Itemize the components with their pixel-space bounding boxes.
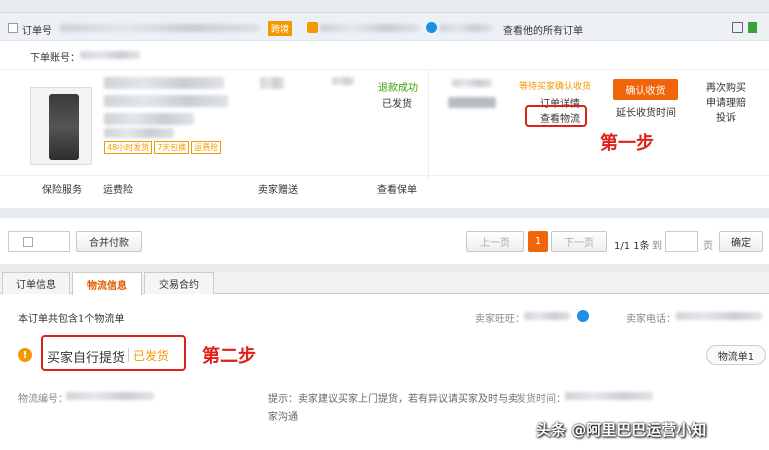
freight-insurance-label: 运费险 bbox=[103, 185, 133, 196]
prev-page-button[interactable]: 上一页 bbox=[466, 231, 524, 252]
refund-status[interactable]: 退款成功 bbox=[378, 79, 418, 94]
note-icon[interactable] bbox=[732, 22, 743, 33]
step2-annotation: 第二步 bbox=[202, 346, 256, 367]
select-all-checkbox[interactable] bbox=[23, 237, 33, 247]
step1-highlight bbox=[525, 105, 587, 127]
order-no-label: 订单号 bbox=[22, 26, 52, 37]
select-all-box[interactable] bbox=[8, 231, 70, 252]
divider bbox=[0, 69, 769, 70]
tag-7day: 7天包换 bbox=[154, 141, 190, 154]
paid-price bbox=[448, 97, 496, 108]
product-title-line1[interactable] bbox=[104, 77, 224, 89]
pager-bar: 合并付款 上一页 1 下一页 1/1 1条 到 页 确定 bbox=[0, 218, 769, 264]
product-spec bbox=[260, 77, 284, 89]
shop-name bbox=[320, 24, 420, 32]
confirm-receipt-button[interactable]: 确认收货 bbox=[613, 79, 678, 100]
seller-ww-label: 卖家旺旺： bbox=[475, 314, 525, 325]
goto-confirm-button[interactable]: 确定 bbox=[719, 231, 763, 252]
claim-link[interactable]: 申请理赔 bbox=[706, 94, 746, 109]
tab-logistics-info[interactable]: 物流信息 bbox=[72, 272, 142, 295]
page-summary: 1/1 1条 bbox=[614, 241, 650, 252]
logistics-no-value bbox=[66, 392, 154, 400]
product-garment bbox=[49, 94, 79, 160]
product-image[interactable] bbox=[30, 87, 92, 165]
step1-annotation: 第一步 bbox=[600, 133, 654, 154]
original-price bbox=[452, 79, 492, 87]
order-select-checkbox[interactable] bbox=[8, 23, 18, 33]
tag-48h: 48小时发货 bbox=[104, 141, 153, 154]
tag-freight: 运费险 bbox=[191, 141, 222, 154]
ship-time-value bbox=[565, 392, 653, 400]
view-all-orders-link[interactable]: 查看他的所有订单 bbox=[503, 22, 583, 37]
ship-status: 已发货 bbox=[382, 99, 412, 110]
seller-gift-label: 卖家赠送 bbox=[258, 185, 298, 196]
ship-time-label: 发货时间： bbox=[516, 394, 566, 405]
aliwangwang-icon[interactable] bbox=[577, 310, 589, 322]
complain-link[interactable]: 投诉 bbox=[716, 109, 736, 124]
next-page-button[interactable]: 下一页 bbox=[551, 231, 607, 252]
warning-icon: ! bbox=[18, 348, 32, 362]
product-title-line4 bbox=[104, 128, 174, 138]
account-label: 下单账号： bbox=[30, 53, 80, 64]
pickup-tip-line2: 家沟通 bbox=[268, 412, 298, 423]
product-qty bbox=[332, 77, 354, 85]
product-title-line2 bbox=[104, 95, 228, 107]
logistics-bill-button[interactable]: 物流单1 bbox=[706, 345, 766, 365]
current-page[interactable]: 1 bbox=[528, 231, 548, 252]
column-divider bbox=[428, 70, 429, 180]
logistics-no-label: 物流编号： bbox=[18, 394, 68, 405]
order-card: 订单号 跨境 查看他的所有订单 下单账号： 48小时发货 7天包换 运费险 退款成功… bbox=[0, 12, 769, 208]
rebuy-link[interactable]: 再次购买 bbox=[706, 79, 746, 94]
waiting-confirm-text: 等待买家确认收货 bbox=[519, 82, 592, 92]
watermark-text: 头条 @阿里巴巴运营小知 bbox=[536, 421, 707, 439]
page-number-input[interactable] bbox=[665, 231, 698, 252]
merge-pay-button[interactable]: 合并付款 bbox=[76, 231, 142, 252]
tab-contract[interactable]: 交易合约 bbox=[144, 272, 214, 294]
pickup-tip-line1: 提示：卖家建议买家上门提货，若有异议请买家及时与卖 bbox=[268, 394, 518, 405]
product-tags: 48小时发货 7天包换 运费险 bbox=[104, 141, 223, 154]
page-unit-label: 页 bbox=[703, 241, 713, 252]
seller-phone-label: 卖家电话： bbox=[626, 314, 676, 325]
goto-label: 到 bbox=[652, 241, 662, 252]
seller-name bbox=[440, 24, 492, 32]
cross-border-badge: 跨境 bbox=[268, 21, 293, 36]
shop-icon bbox=[307, 22, 318, 33]
extend-receipt-link[interactable]: 延长收货时间 bbox=[616, 104, 676, 119]
flag-icon[interactable] bbox=[748, 22, 757, 33]
aliwangwang-icon[interactable] bbox=[426, 22, 437, 33]
detail-panel: 订单信息 物流信息 交易合约 本订单共包含1个物流单 卖家旺旺： 卖家电话： !… bbox=[0, 272, 769, 450]
seller-phone-value bbox=[676, 312, 762, 320]
account-value bbox=[80, 51, 140, 59]
insurance-service-label: 保险服务 bbox=[42, 185, 82, 196]
view-policy-link[interactable]: 查看保单 bbox=[377, 181, 417, 196]
logistics-count-text: 本订单共包含1个物流单 bbox=[18, 314, 125, 325]
order-no-value bbox=[60, 24, 260, 32]
divider bbox=[0, 175, 769, 176]
tab-order-info[interactable]: 订单信息 bbox=[2, 272, 70, 294]
seller-ww-value bbox=[524, 312, 570, 320]
step2-highlight bbox=[41, 335, 186, 371]
product-title-line3 bbox=[104, 113, 194, 125]
